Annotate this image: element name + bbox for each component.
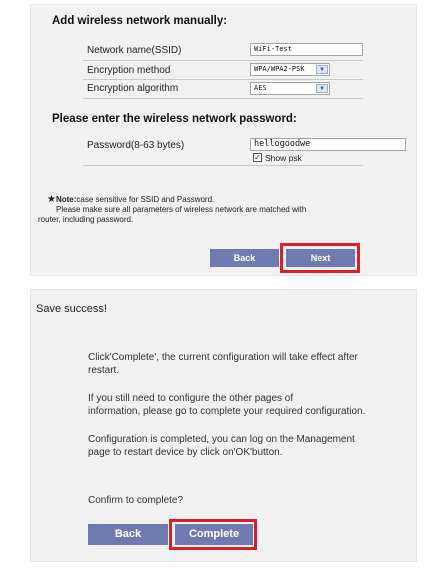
p3-line-1: Configuration is completed, you can log … (88, 434, 355, 445)
wireless-setup-panel: Add wireless network manually: Network n… (30, 4, 417, 276)
back-button[interactable]: Back (88, 524, 168, 545)
encryption-algorithm-value: AES (254, 84, 267, 92)
save-title: Save success! (36, 303, 107, 315)
chevron-down-icon[interactable]: ▼ (316, 84, 328, 93)
note-line-2: Please make sure all parameters of wirel… (56, 205, 307, 214)
p3-line-2: page to restart device by click on'OK'bu… (88, 447, 283, 458)
divider (83, 98, 363, 99)
back-button[interactable]: Back (210, 249, 279, 267)
encryption-algorithm-select[interactable]: AES ▼ (250, 82, 330, 95)
password-title: Please enter the wireless network passwo… (52, 113, 297, 125)
p1-line-2: restart. (88, 365, 120, 376)
star-icon: ★ (47, 194, 56, 205)
note-bold: Note: (55, 195, 77, 204)
p2-line-1: If you still need to configure the other… (88, 393, 294, 404)
confirm-text: Confirm to complete? (88, 495, 184, 506)
encryption-method-label: Encryption method (87, 65, 171, 76)
password-input[interactable]: hellogoodwe (250, 138, 406, 151)
show-psk-label: Show psk (265, 153, 302, 163)
encryption-method-select[interactable]: WPA/WPA2-PSK ▼ (250, 63, 330, 76)
p1-line-1: Click'Complete', the current configurati… (88, 352, 358, 363)
chevron-down-icon[interactable]: ▼ (316, 65, 328, 74)
divider (83, 79, 363, 80)
manual-title: Add wireless network manually: (52, 15, 228, 27)
show-psk-checkbox[interactable]: ✓ (253, 153, 262, 162)
encryption-method-value: WPA/WPA2-PSK (254, 65, 305, 73)
divider (83, 165, 363, 166)
next-button[interactable]: Next (286, 249, 355, 267)
password-label: Password(8-63 bytes) (87, 140, 185, 151)
ssid-label: Network name(SSID) (87, 45, 182, 56)
ssid-input[interactable]: WiFi-Test (250, 43, 363, 56)
divider (83, 60, 363, 61)
note-line-3: router, including password. (38, 215, 134, 224)
encryption-algorithm-label: Encryption algorithm (87, 83, 179, 94)
save-success-panel: Save success! Click'Complete', the curre… (30, 289, 417, 562)
note-line-1: ★Note:case sensitive for SSID and Passwo… (47, 195, 214, 205)
p2-line-2: information, please go to complete your … (88, 406, 366, 417)
note-text-1: case sensitive for SSID and Password. (76, 195, 215, 204)
complete-button[interactable]: Complete (175, 524, 253, 545)
